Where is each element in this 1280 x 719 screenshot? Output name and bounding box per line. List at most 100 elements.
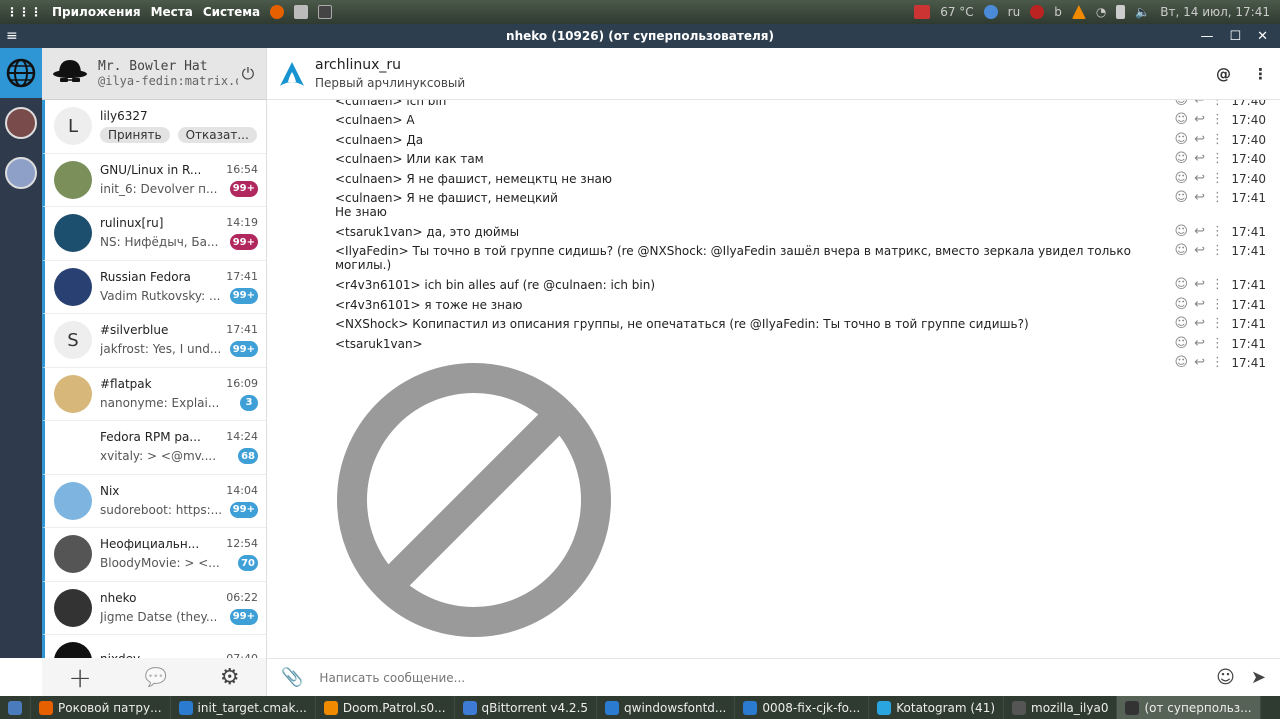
reply-icon[interactable]: ↩ [1194, 278, 1205, 292]
react-icon[interactable]: ☺ [1175, 244, 1189, 258]
chat-icon[interactable]: 💬 [145, 667, 167, 688]
apps-grid-icon[interactable]: ⋮⋮⋮ [6, 5, 42, 19]
message-options-icon[interactable]: ⋮ [1211, 172, 1224, 186]
react-icon[interactable]: ☺ [1175, 298, 1189, 312]
browser-tray-icon[interactable] [983, 5, 998, 19]
message-options-icon[interactable]: ⋮ [1211, 317, 1224, 331]
user-avatar[interactable] [50, 54, 90, 94]
broken-image-placeholder-icon[interactable] [334, 360, 614, 640]
reply-icon[interactable]: ↩ [1194, 298, 1205, 312]
react-icon[interactable]: ☺ [1175, 225, 1189, 239]
add-room-icon[interactable]: + [68, 661, 91, 694]
room-item[interactable]: Russian Fedora 17:41 Vadim Rutkovsky: ... 9… [42, 260, 266, 314]
message-options-icon[interactable]: ⋮ [1211, 337, 1224, 351]
message-options-icon[interactable]: ⋮ [1211, 298, 1224, 312]
react-icon[interactable]: ☺ [1175, 172, 1189, 186]
taskbar-item[interactable]: Kotatogram (41) [869, 696, 1005, 719]
taskbar-item[interactable]: qwindowsfontd... [597, 696, 736, 719]
room-item[interactable]: Fedora RPM pa... 14:24 xvitaly: > <@mv....… [42, 421, 266, 475]
react-icon[interactable]: ☺ [1175, 152, 1189, 166]
room-options-icon[interactable]: ⋮ [1253, 65, 1268, 83]
firefox-launcher-icon[interactable] [270, 5, 285, 19]
message-options-icon[interactable]: ⋮ [1211, 356, 1224, 370]
show-desktop-button[interactable] [0, 696, 31, 719]
reply-icon[interactable]: ↩ [1194, 317, 1205, 331]
archlinux-logo-icon[interactable] [279, 61, 305, 87]
message-options-icon[interactable]: ⋮ [1211, 244, 1224, 258]
app-tray-icon[interactable] [1030, 5, 1045, 19]
room-item[interactable]: Nix 14:04 sudoreboot: https:... 99+ [42, 474, 266, 528]
taskbar-item[interactable]: (от суперпольз... [1117, 696, 1261, 719]
clock[interactable]: Вт, 14 июл, 17:41 [1160, 5, 1270, 19]
settings-icon[interactable]: ⚙ [220, 665, 240, 690]
window-menu-icon[interactable]: ≡ [6, 28, 18, 44]
message-input[interactable] [319, 670, 1217, 685]
community-avatar-2[interactable] [0, 148, 42, 198]
react-icon[interactable]: ☺ [1175, 100, 1189, 108]
decline-invite-button[interactable]: Отказат... [177, 127, 257, 144]
minimize-icon[interactable]: — [1200, 29, 1213, 44]
message-options-icon[interactable]: ⋮ [1211, 278, 1224, 292]
accept-invite-button[interactable]: Принять [100, 127, 170, 144]
reply-icon[interactable]: ↩ [1194, 133, 1205, 147]
message-options-icon[interactable]: ⋮ [1211, 133, 1224, 147]
reply-icon[interactable]: ↩ [1194, 100, 1205, 108]
react-icon[interactable]: ☺ [1175, 278, 1189, 292]
react-icon[interactable]: ☺ [1175, 133, 1189, 147]
menu-places[interactable]: Места [151, 5, 193, 19]
menu-applications[interactable]: Приложения [52, 5, 141, 19]
emoji-picker-icon[interactable]: ☺ [1216, 667, 1235, 688]
message-options-icon[interactable]: ⋮ [1211, 225, 1224, 239]
logout-icon[interactable]: ⏻ [238, 64, 258, 84]
menu-system[interactable]: Система [203, 5, 260, 19]
message-options-icon[interactable]: ⋮ [1211, 191, 1224, 205]
keyboard-layout[interactable]: ru [1008, 5, 1021, 19]
vlc-tray-icon[interactable] [1071, 5, 1086, 19]
battery-icon[interactable] [1116, 5, 1126, 19]
room-item[interactable]: nixdev07:40 [42, 635, 266, 658]
message-options-icon[interactable]: ⋮ [1211, 113, 1224, 127]
reply-icon[interactable]: ↩ [1194, 356, 1205, 370]
react-icon[interactable]: ☺ [1175, 317, 1189, 331]
taskbar-item[interactable]: init_target.cmak... [171, 696, 316, 719]
attach-file-icon[interactable]: 📎 [281, 667, 303, 688]
taskbar-item[interactable]: 0008-fix-cjk-fo... [735, 696, 870, 719]
reply-icon[interactable]: ↩ [1194, 191, 1205, 205]
react-icon[interactable]: ☺ [1175, 191, 1189, 205]
wifi-icon[interactable]: ◔ [1096, 5, 1106, 19]
taskbar-item[interactable]: mozilla_ilya0 [1004, 696, 1118, 719]
react-icon[interactable]: ☺ [1175, 356, 1189, 370]
room-name: lily6327 [100, 109, 148, 124]
room-item[interactable]: Llily6327 Принять Отказат... [42, 100, 266, 154]
tray-letter[interactable]: b [1054, 5, 1062, 19]
room-item[interactable]: Неофициальн... 12:54 BloodyMovie: > <... 70 [42, 528, 266, 582]
maximize-icon[interactable]: ☐ [1229, 29, 1241, 44]
close-icon[interactable]: ✕ [1257, 29, 1268, 44]
message-options-icon[interactable]: ⋮ [1211, 100, 1224, 108]
reply-icon[interactable]: ↩ [1194, 172, 1205, 186]
terminal-launcher-icon[interactable] [318, 5, 333, 19]
room-item[interactable]: GNU/Linux in R... 16:54 init_6: Devolver п… [42, 153, 266, 207]
file-manager-launcher-icon[interactable] [294, 5, 309, 19]
send-icon[interactable]: ➤ [1251, 667, 1266, 688]
room-avatar [54, 588, 92, 627]
room-item[interactable]: S #silverblue 17:41 jakfrost: Yes, I und...… [42, 314, 266, 368]
message-options-icon[interactable]: ⋮ [1211, 152, 1224, 166]
reply-icon[interactable]: ↩ [1194, 244, 1205, 258]
reply-icon[interactable]: ↩ [1194, 337, 1205, 351]
react-icon[interactable]: ☺ [1175, 337, 1189, 351]
taskbar-item[interactable]: Роковой патру... [31, 696, 171, 719]
community-avatar-1[interactable] [0, 98, 42, 148]
taskbar-item[interactable]: qBittorrent v4.2.5 [455, 696, 598, 719]
reply-icon[interactable]: ↩ [1194, 225, 1205, 239]
react-icon[interactable]: ☺ [1175, 113, 1189, 127]
reply-icon[interactable]: ↩ [1194, 113, 1205, 127]
room-item[interactable]: #flatpak 16:09 nanonyme: Explai... 3 [42, 367, 266, 421]
community-all[interactable] [0, 48, 42, 98]
mentions-icon[interactable]: @ [1216, 65, 1231, 83]
taskbar-item[interactable]: Doom.Patrol.s0... [316, 696, 455, 719]
reply-icon[interactable]: ↩ [1194, 152, 1205, 166]
room-item[interactable]: rulinux[ru] 14:19 NS: Нифёдыч, Ба... 99+ [42, 207, 266, 261]
volume-icon[interactable]: 🔈 [1135, 5, 1150, 19]
room-item[interactable]: nheko 06:22 Jigme Datse (they... 99+ [42, 581, 266, 635]
